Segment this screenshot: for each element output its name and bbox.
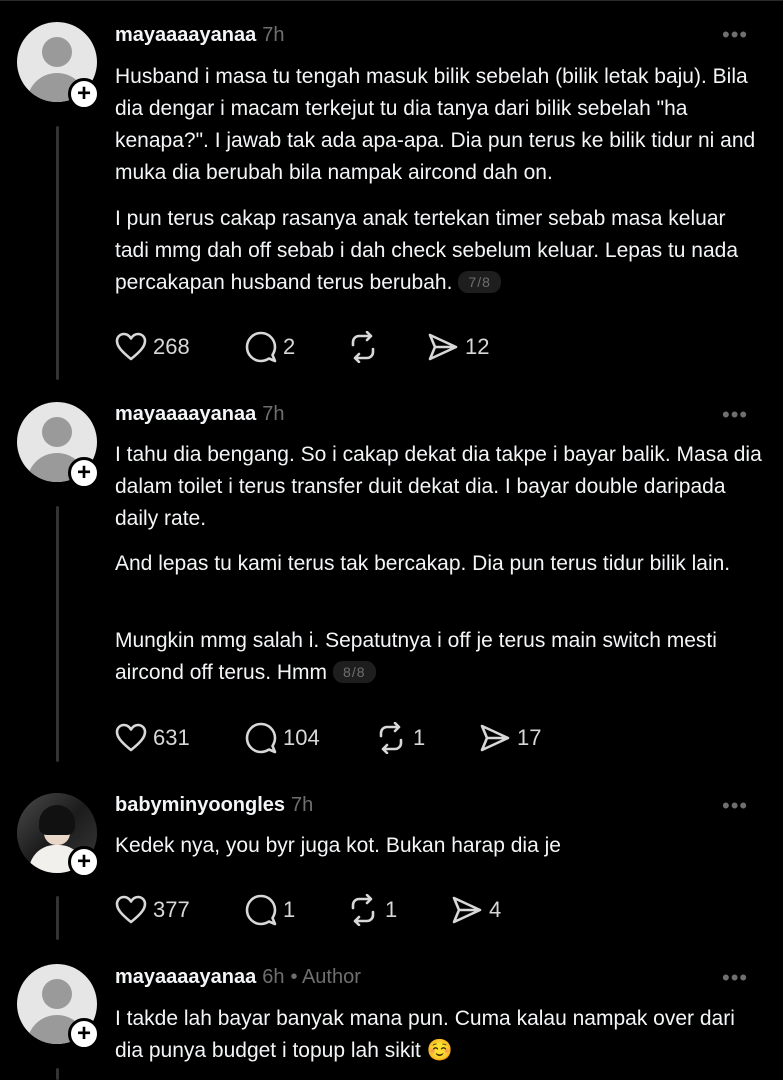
- thread-post-4: + mayaaaayanaa 6h • Author ••• I takde lah…: [0, 0, 783, 1080]
- thread-line: [56, 1068, 59, 1080]
- more-options-icon[interactable]: •••: [722, 965, 748, 991]
- author-tag: • Author: [290, 966, 361, 988]
- username[interactable]: mayaaaayanaa 6h • Author: [115, 966, 361, 989]
- post-paragraph: I takde lah bayar banyak mana pun. Cuma …: [115, 1007, 735, 1062]
- avatar-head-shape: [42, 979, 72, 1009]
- follow-plus-icon[interactable]: +: [68, 1018, 100, 1050]
- post-text: I takde lah bayar banyak mana pun. Cuma …: [115, 1003, 765, 1067]
- username-text[interactable]: mayaaaayanaa: [115, 966, 256, 988]
- post-time: 6h: [262, 966, 285, 988]
